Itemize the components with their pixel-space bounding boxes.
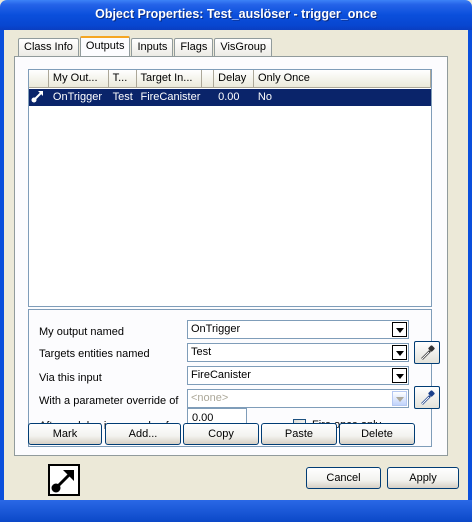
tab-outputs[interactable]: Outputs [79, 36, 131, 57]
targets-label: Targets entities named [39, 348, 150, 360]
param-label: With a parameter override of [39, 395, 179, 407]
chevron-down-icon[interactable] [392, 391, 407, 406]
column-target[interactable]: T... [108, 70, 137, 88]
cancel-button[interactable]: Cancel [306, 467, 381, 489]
output-combo[interactable]: OnTrigger [187, 320, 409, 339]
cell-delay: 0.00 [218, 91, 240, 103]
outputs-panel: My Out... T... Target In... Delay Only O… [14, 56, 448, 456]
column-icon[interactable] [29, 70, 49, 88]
column-only-once[interactable]: Only Once [253, 70, 432, 88]
chevron-down-icon[interactable] [392, 322, 407, 337]
column-delay[interactable]: Delay [214, 70, 254, 88]
tab-visgroup[interactable]: VisGroup [214, 38, 272, 56]
pick-param-button[interactable] [414, 386, 440, 409]
chevron-down-icon[interactable] [392, 345, 407, 360]
output-value: OnTrigger [191, 323, 241, 335]
dialog-client: Class Info Outputs Inputs Flags VisGroup… [4, 30, 468, 500]
output-arrow-icon [48, 464, 80, 496]
window-frame-right [468, 30, 472, 516]
input-value: FireCanister [191, 369, 251, 381]
cell-my-output: OnTrigger [52, 91, 103, 103]
table-row[interactable]: OnTrigger Test FireCanister 0.00 No [29, 89, 431, 106]
column-parameter[interactable] [202, 70, 215, 88]
tab-flags[interactable]: Flags [174, 38, 214, 56]
tab-inputs[interactable]: Inputs [131, 38, 174, 56]
column-my-output[interactable]: My Out... [48, 70, 109, 88]
apply-button[interactable]: Apply [387, 467, 459, 489]
input-label: Via this input [39, 372, 102, 384]
mark-button[interactable]: Mark [28, 423, 102, 445]
output-arrow-icon [29, 89, 49, 106]
output-label: My output named [39, 326, 124, 338]
eyedropper-icon [421, 390, 435, 405]
targets-combo[interactable]: Test [187, 343, 409, 362]
outputs-list[interactable]: My Out... T... Target In... Delay Only O… [28, 69, 432, 307]
input-combo[interactable]: FireCanister [187, 366, 409, 385]
chevron-down-icon[interactable] [392, 368, 407, 383]
tab-class-info[interactable]: Class Info [18, 38, 79, 56]
param-value: <none> [191, 392, 229, 404]
list-header: My Out... T... Target In... Delay Only O… [29, 70, 432, 88]
eyedropper-icon [421, 345, 435, 360]
cell-target: Test [112, 91, 133, 103]
window-title: Object Properties: Test_auslöser - trigg… [95, 7, 377, 21]
window-frame-bottom [0, 500, 472, 522]
param-combo[interactable]: <none> [187, 389, 409, 408]
pick-target-button[interactable] [414, 341, 440, 364]
delete-button[interactable]: Delete [339, 423, 415, 445]
cell-parameter [202, 89, 214, 106]
cell-target-input: FireCanister [140, 91, 201, 103]
add-button[interactable]: Add... [105, 423, 181, 445]
copy-button[interactable]: Copy [183, 423, 259, 445]
tab-strip: Class Info Outputs Inputs Flags VisGroup [18, 36, 273, 57]
column-target-input[interactable]: Target In... [136, 70, 203, 88]
cell-only-once: No [257, 91, 272, 103]
title-bar[interactable]: Object Properties: Test_auslöser - trigg… [0, 0, 472, 30]
targets-value: Test [191, 346, 212, 358]
paste-button[interactable]: Paste [261, 423, 337, 445]
